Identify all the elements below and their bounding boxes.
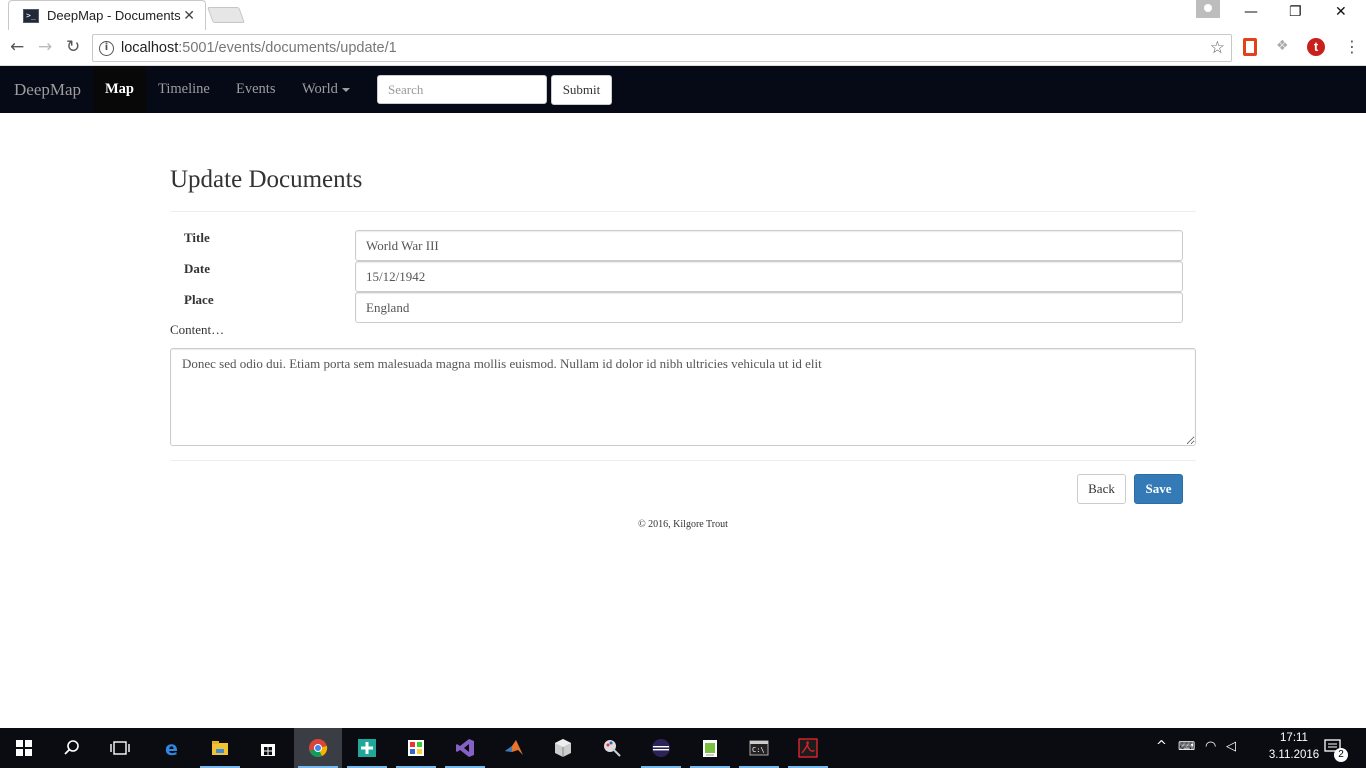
extension-t-icon[interactable]: t	[1307, 38, 1325, 56]
task-view-icon[interactable]	[96, 728, 144, 768]
save-button[interactable]: Save	[1134, 474, 1183, 504]
browser-tabstrip: >_ DeepMap - Documents ✕ — ❐ ✕	[0, 0, 1366, 30]
wifi-icon[interactable]: ◠	[1205, 739, 1216, 754]
svg-text:e: e	[165, 738, 178, 758]
content-textarea[interactable]: Donec sed odio dui. Etiam porta sem male…	[170, 348, 1196, 446]
matlab-icon[interactable]	[490, 728, 538, 768]
store-icon[interactable]	[244, 728, 292, 768]
forward-arrow-icon[interactable]: →	[38, 37, 52, 57]
footer-copyright: © 2016, Kilgore Trout	[638, 519, 728, 530]
url-host: localhost	[121, 40, 179, 56]
reload-icon[interactable]: ↻	[66, 37, 80, 57]
clock-date[interactable]: 3.11.2016	[1268, 749, 1320, 761]
nav-item-world-label: World	[302, 81, 338, 97]
eclipse-icon[interactable]	[637, 728, 685, 768]
chrome-icon[interactable]	[294, 728, 342, 768]
place-label: Place	[184, 292, 214, 307]
new-tab-button[interactable]	[207, 7, 245, 23]
nav-item-world[interactable]: World	[302, 66, 350, 113]
bookmark-star-icon[interactable]: ☆	[1210, 38, 1225, 58]
nav-item-map[interactable]: Map	[93, 66, 146, 113]
date-field[interactable]	[355, 261, 1183, 292]
plus-app-icon[interactable]	[343, 728, 391, 768]
language-icon[interactable]: ⌨	[1178, 739, 1195, 753]
date-label: Date	[184, 261, 210, 276]
office-extension-icon[interactable]	[1243, 38, 1257, 56]
caret-down-icon	[341, 87, 350, 92]
paint-tool-icon[interactable]	[588, 728, 636, 768]
place-field[interactable]	[355, 292, 1183, 323]
search-icon[interactable]	[48, 728, 96, 768]
tab-title: DeepMap - Documents	[47, 8, 181, 23]
brand-link[interactable]: DeepMap	[14, 80, 81, 100]
search-input[interactable]	[377, 75, 547, 104]
browser-toolbar: ← → ↻ i localhost :5001/events/documents…	[0, 30, 1366, 66]
chevron-up-icon[interactable]: ^	[1156, 739, 1167, 754]
back-button[interactable]: Back	[1077, 474, 1126, 504]
clock-time[interactable]: 17:11	[1268, 732, 1320, 744]
submit-button[interactable]: Submit	[551, 75, 612, 105]
console-favicon-icon: >_	[23, 8, 39, 23]
notification-count-badge: 2	[1334, 748, 1348, 762]
nav-item-timeline[interactable]: Timeline	[158, 66, 210, 113]
virtualbox-icon[interactable]	[539, 728, 587, 768]
restore-icon[interactable]: ❐	[1289, 4, 1302, 20]
url-path: :5001/events/documents/update/1	[178, 40, 397, 56]
divider	[170, 211, 1196, 212]
command-prompt-icon[interactable]: C:\	[735, 728, 783, 768]
minimize-icon[interactable]: —	[1244, 4, 1258, 20]
title-field[interactable]	[355, 230, 1183, 261]
visual-studio-icon[interactable]	[441, 728, 489, 768]
nav-item-events[interactable]: Events	[236, 66, 275, 113]
page-title: Update Documents	[170, 166, 363, 193]
divider	[170, 460, 1196, 461]
profile-icon[interactable]	[1196, 0, 1220, 18]
notepad-plus-icon[interactable]	[686, 728, 734, 768]
app-navbar: DeepMap Map Timeline Events World Submit	[0, 66, 1366, 113]
edge-browser-icon[interactable]: e	[148, 728, 196, 768]
browser-menu-icon[interactable]: ⋮	[1344, 38, 1362, 56]
taskbar: e C:\ ^ ⌨ ◠ ◁ 17:11 3.11.2016 2	[0, 728, 1366, 768]
content-label: Content…	[170, 322, 225, 337]
close-tab-icon[interactable]: ✕	[183, 8, 195, 24]
close-window-icon[interactable]: ✕	[1335, 4, 1347, 20]
dropbox-extension-icon[interactable]: ❖	[1276, 38, 1294, 56]
svg-text:C:\: C:\	[752, 746, 765, 754]
windows-start-icon[interactable]	[0, 728, 48, 768]
address-bar[interactable]: i localhost :5001/events/documents/updat…	[92, 34, 1232, 62]
volume-icon[interactable]: ◁	[1226, 739, 1236, 754]
file-explorer-icon[interactable]	[196, 728, 244, 768]
info-icon[interactable]: i	[99, 40, 114, 56]
acrobat-icon[interactable]	[784, 728, 832, 768]
title-label: Title	[184, 230, 210, 245]
paint-app-icon[interactable]	[392, 728, 440, 768]
back-arrow-icon[interactable]: ←	[10, 37, 24, 57]
browser-tab[interactable]: >_ DeepMap - Documents ✕	[8, 0, 206, 30]
